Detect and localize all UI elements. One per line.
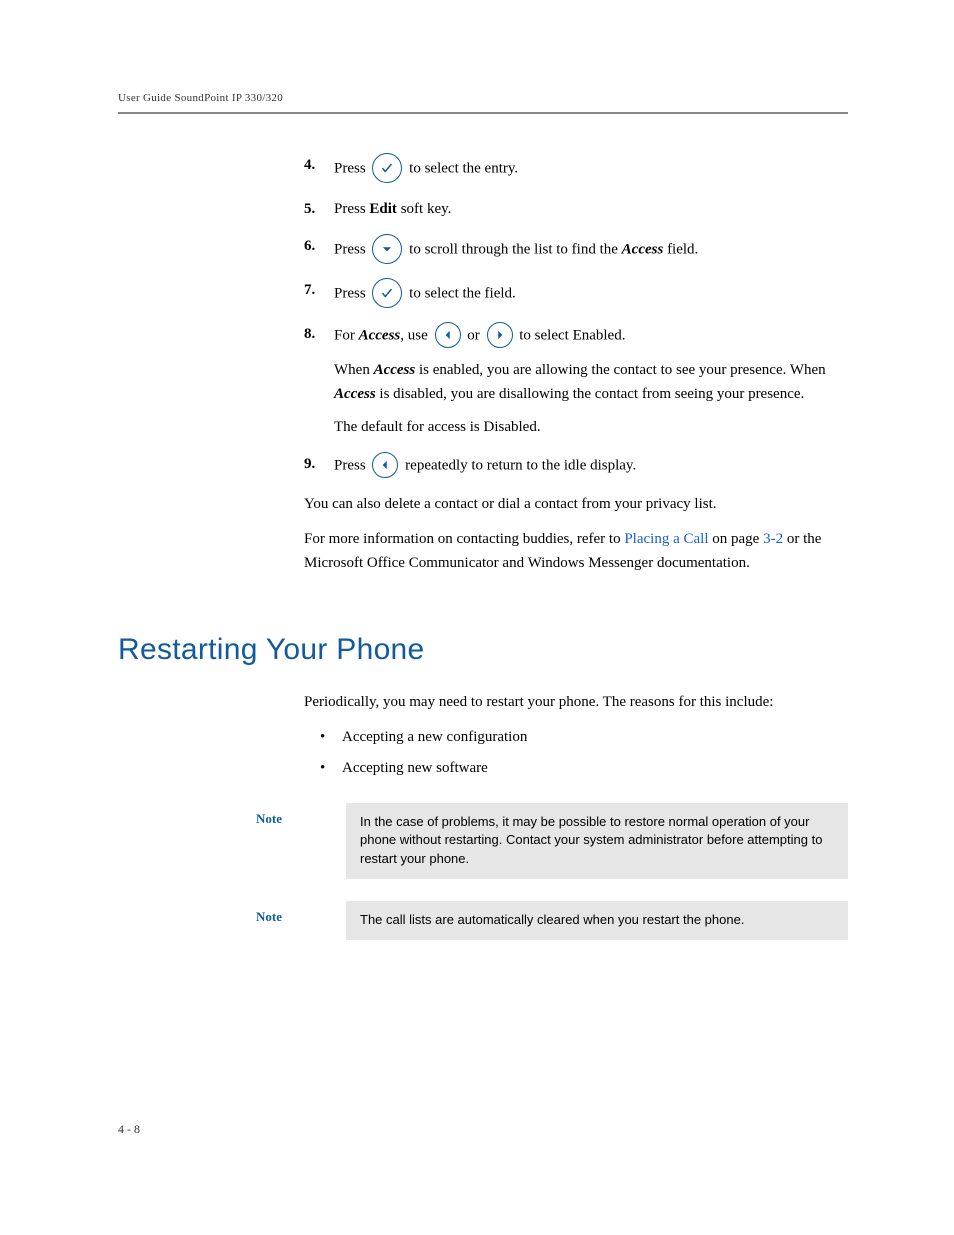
main-content: 4.Press to select the entry.5.Press Edit… (118, 154, 848, 575)
text: to select Enabled. (516, 328, 626, 344)
step-4: 4.Press to select the entry. (304, 154, 848, 184)
bullet-item: Accepting a new configuration (304, 726, 848, 749)
step-number: 6. (304, 235, 334, 265)
text: to select the entry. (405, 160, 518, 176)
left-arrow-icon (372, 452, 398, 478)
step-text: For Access, use or to select Enabled. (334, 323, 848, 349)
step-9: 9.Press repeatedly to return to the idle… (304, 453, 848, 479)
step-text: Press to scroll through the list to find… (334, 235, 848, 265)
step-text: Press repeatedly to return to the idle d… (334, 453, 848, 479)
bold-italic-text: Access (622, 242, 664, 258)
section-heading-restarting: Restarting Your Phone (118, 633, 848, 667)
text: For (334, 328, 359, 344)
step-body: Press to scroll through the list to find… (334, 235, 848, 265)
step-text: Press to select the entry. (334, 154, 848, 184)
step-7: 7.Press to select the field. (304, 279, 848, 309)
step-body: Press to select the entry. (334, 154, 848, 184)
note-label: Note (256, 901, 346, 940)
down-arrow-icon (372, 234, 402, 264)
step-body: For Access, use or to select Enabled.Whe… (334, 323, 848, 439)
step-number: 7. (304, 279, 334, 309)
check-icon (372, 278, 402, 308)
text: For more information on contacting buddi… (304, 531, 624, 547)
bold-italic-text: Access (374, 362, 416, 378)
text: or (464, 328, 484, 344)
step-extra: When Access is enabled, you are allowing… (334, 359, 848, 406)
link-page-ref[interactable]: 3-2 (763, 531, 783, 547)
text: Press (334, 457, 369, 473)
step-8: 8.For Access, use or to select Enabled.W… (304, 323, 848, 439)
note-label: Note (256, 803, 346, 880)
step-number: 5. (304, 198, 334, 221)
step-5: 5.Press Edit soft key. (304, 198, 848, 221)
text: to select the field. (405, 286, 515, 302)
step-number: 9. (304, 453, 334, 479)
text: field. (663, 242, 698, 258)
section-body: Periodically, you may need to restart yo… (118, 691, 848, 781)
text: Press (334, 201, 369, 217)
bullet-item: Accepting new software (304, 757, 848, 780)
text: Press (334, 286, 369, 302)
right-arrow-icon (487, 322, 513, 348)
running-header: User Guide SoundPoint IP 330/320 (118, 92, 848, 104)
section-intro: Periodically, you may need to restart yo… (304, 691, 848, 714)
page-number: 4 - 8 (118, 1122, 140, 1137)
bold-italic-text: Access (359, 328, 401, 344)
check-icon (372, 153, 402, 183)
text: to scroll through the list to find the (405, 242, 621, 258)
step-extra: The default for access is Disabled. (334, 416, 848, 439)
step-body: Press to select the field. (334, 279, 848, 309)
text: Press (334, 160, 369, 176)
text: on page (709, 531, 764, 547)
link-placing-a-call[interactable]: Placing a Call (624, 531, 708, 547)
after-paragraph-2: For more information on contacting buddi… (304, 528, 848, 575)
note-block: Note The call lists are automatically cl… (256, 901, 848, 940)
text: , use (400, 328, 431, 344)
bullet-list: Accepting a new configuration Accepting … (304, 726, 848, 781)
step-body: Press repeatedly to return to the idle d… (334, 453, 848, 479)
left-arrow-icon (435, 322, 461, 348)
step-number: 4. (304, 154, 334, 184)
step-text: Press Edit soft key. (334, 198, 848, 221)
text: soft key. (397, 201, 451, 217)
bold-italic-text: Access (334, 386, 376, 402)
step-number: 8. (304, 323, 334, 439)
after-paragraph-1: You can also delete a contact or dial a … (304, 493, 848, 516)
note-body: In the case of problems, it may be possi… (346, 803, 848, 880)
step-body: Press Edit soft key. (334, 198, 848, 221)
bold-text: Edit (369, 201, 397, 217)
step-text: Press to select the field. (334, 279, 848, 309)
text: Press (334, 242, 369, 258)
note-block: Note In the case of problems, it may be … (256, 803, 848, 880)
note-body: The call lists are automatically cleared… (346, 901, 848, 940)
step-6: 6.Press to scroll through the list to fi… (304, 235, 848, 265)
header-rule (118, 112, 848, 114)
text: repeatedly to return to the idle display… (401, 457, 636, 473)
